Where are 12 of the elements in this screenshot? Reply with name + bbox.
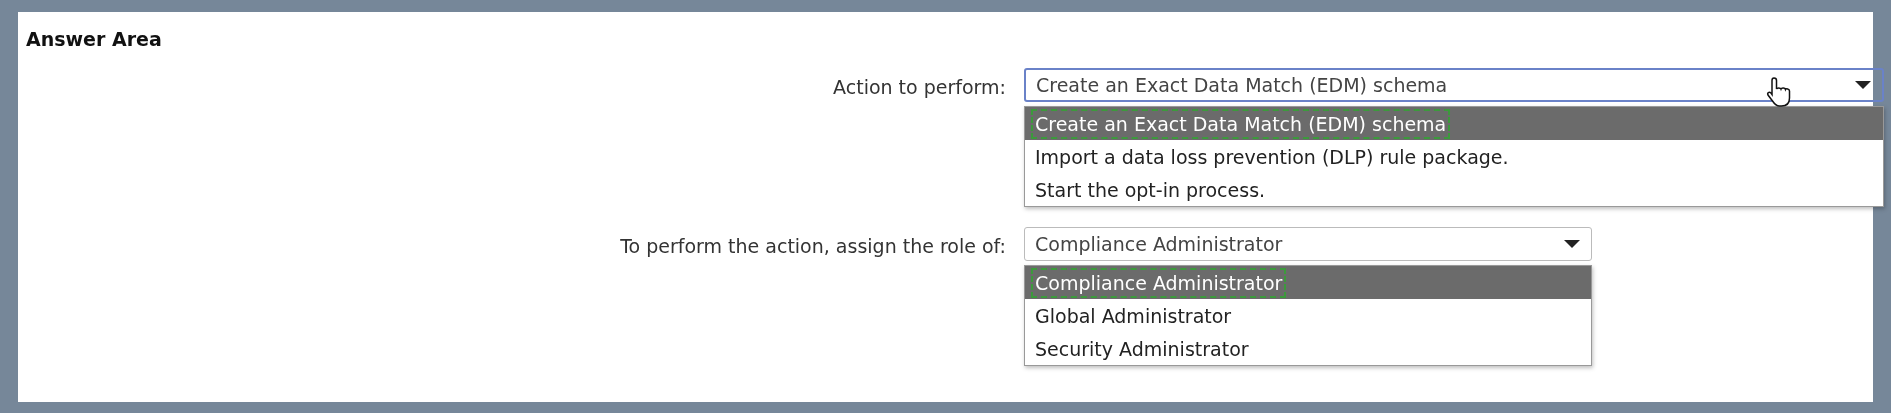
dropdown-option[interactable]: Security Administrator <box>1025 332 1591 365</box>
caret-icon <box>1563 239 1581 249</box>
dropdown-option[interactable]: Compliance Administrator <box>1025 266 1591 299</box>
answer-area-title: Answer Area <box>26 28 163 50</box>
dropdown-option[interactable]: Start the opt-in process. <box>1025 173 1883 206</box>
dropdown-option[interactable]: Global Administrator <box>1025 299 1591 332</box>
caret-icon <box>1854 80 1872 90</box>
dropdown-field[interactable]: Compliance Administrator <box>1024 227 1592 261</box>
question-label: Action to perform: <box>832 75 1006 100</box>
dropdown-option[interactable]: Create an Exact Data Match (EDM) schema <box>1025 107 1883 140</box>
dropdown-option[interactable]: Import a data loss prevention (DLP) rule package. <box>1025 140 1883 173</box>
question-label: To perform the action, assign the role of: <box>619 234 1006 259</box>
